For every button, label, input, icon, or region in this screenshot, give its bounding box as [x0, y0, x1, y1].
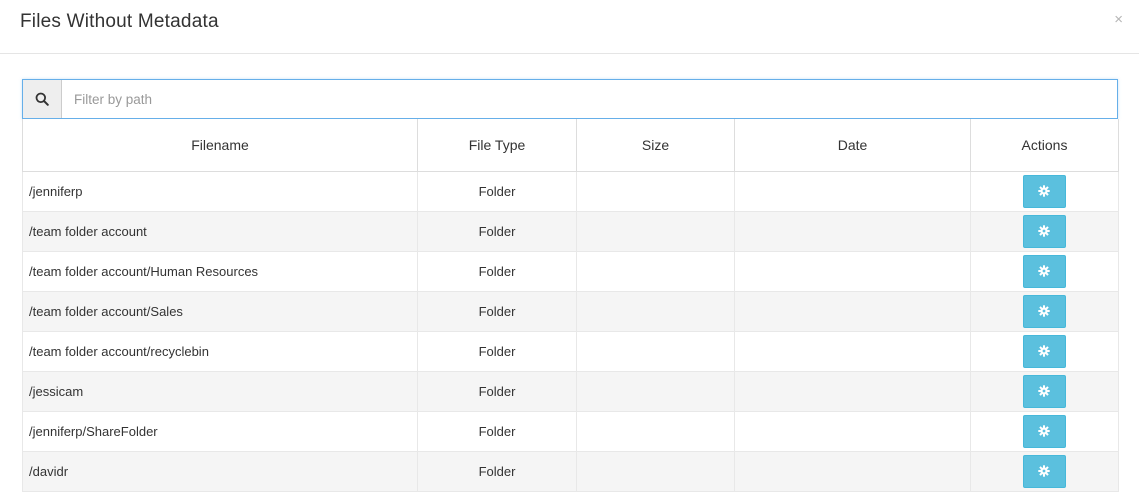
date-cell: [734, 211, 971, 252]
file-type-cell: Folder: [417, 251, 577, 292]
row-actions-button[interactable]: [1023, 295, 1066, 328]
table-row: /jessicam Folder: [22, 371, 1119, 412]
filename-cell: /team folder account/Human Resources: [22, 251, 418, 292]
search-icon: [35, 92, 49, 106]
gear-icon: [1038, 185, 1050, 197]
date-cell: [734, 291, 971, 332]
row-actions-button[interactable]: [1023, 255, 1066, 288]
file-type-cell: Folder: [417, 291, 577, 332]
date-cell: [734, 451, 971, 492]
actions-cell: [970, 211, 1119, 252]
column-header-filename[interactable]: Filename: [22, 119, 418, 172]
table-row: /team folder account/Human Resources Fol…: [22, 251, 1119, 292]
gear-icon: [1038, 225, 1050, 237]
modal-body: Filename File Type Size Date Actions /je…: [22, 79, 1119, 492]
gear-icon: [1038, 305, 1050, 317]
row-actions-button[interactable]: [1023, 335, 1066, 368]
row-actions-button[interactable]: [1023, 455, 1066, 488]
size-cell: [576, 451, 735, 492]
size-cell: [576, 171, 735, 212]
actions-cell: [970, 291, 1119, 332]
filename-cell: /davidr: [22, 451, 418, 492]
date-cell: [734, 331, 971, 372]
files-without-metadata-modal: Files Without Metadata × Filter by path …: [0, 0, 1139, 492]
file-type-cell: Folder: [417, 371, 577, 412]
filename-cell: /team folder account: [22, 211, 418, 252]
row-actions-button[interactable]: [1023, 175, 1066, 208]
table-row: /jenniferp/ShareFolder Folder: [22, 411, 1119, 452]
actions-cell: [970, 411, 1119, 452]
file-type-cell: Folder: [417, 211, 577, 252]
search-bar: [22, 79, 1118, 119]
gear-icon: [1038, 385, 1050, 397]
actions-cell: [970, 251, 1119, 292]
file-type-cell: Folder: [417, 171, 577, 212]
actions-cell: [970, 371, 1119, 412]
size-cell: [576, 371, 735, 412]
date-cell: [734, 411, 971, 452]
row-actions-button[interactable]: [1023, 375, 1066, 408]
gear-icon: [1038, 345, 1050, 357]
close-button[interactable]: ×: [1114, 12, 1123, 27]
file-type-cell: Folder: [417, 411, 577, 452]
files-table: Filename File Type Size Date Actions /je…: [22, 119, 1119, 492]
file-type-cell: Folder: [417, 331, 577, 372]
column-header-actions: Actions: [970, 119, 1119, 172]
size-cell: [576, 291, 735, 332]
table-row: /davidr Folder: [22, 451, 1119, 492]
size-cell: [576, 211, 735, 252]
date-cell: [734, 251, 971, 292]
filter-by-path-input[interactable]: [62, 80, 1117, 118]
table-header-row: Filename File Type Size Date Actions: [22, 119, 1119, 172]
filename-cell: /team folder account/recyclebin: [22, 331, 418, 372]
search-addon: [23, 80, 62, 118]
modal-header: Files Without Metadata ×: [0, 0, 1139, 54]
date-cell: [734, 171, 971, 212]
table-row: /team folder account/recyclebin Folder: [22, 331, 1119, 372]
file-type-cell: Folder: [417, 451, 577, 492]
actions-cell: [970, 171, 1119, 212]
column-header-size[interactable]: Size: [576, 119, 735, 172]
table-row: /team folder account Folder: [22, 211, 1119, 252]
column-header-file-type[interactable]: File Type: [417, 119, 577, 172]
gear-icon: [1038, 465, 1050, 477]
column-header-date[interactable]: Date: [734, 119, 971, 172]
table-row: /jenniferp Folder: [22, 171, 1119, 212]
filename-cell: /team folder account/Sales: [22, 291, 418, 332]
table-row: /team folder account/Sales Folder: [22, 291, 1119, 332]
row-actions-button[interactable]: [1023, 215, 1066, 248]
filename-cell: /jenniferp/ShareFolder: [22, 411, 418, 452]
actions-cell: [970, 451, 1119, 492]
filename-cell: /jessicam: [22, 371, 418, 412]
size-cell: [576, 331, 735, 372]
modal-title: Files Without Metadata: [20, 11, 219, 32]
gear-icon: [1038, 425, 1050, 437]
gear-icon: [1038, 265, 1050, 277]
date-cell: [734, 371, 971, 412]
row-actions-button[interactable]: [1023, 415, 1066, 448]
actions-cell: [970, 331, 1119, 372]
size-cell: [576, 411, 735, 452]
size-cell: [576, 251, 735, 292]
filename-cell: /jenniferp: [22, 171, 418, 212]
